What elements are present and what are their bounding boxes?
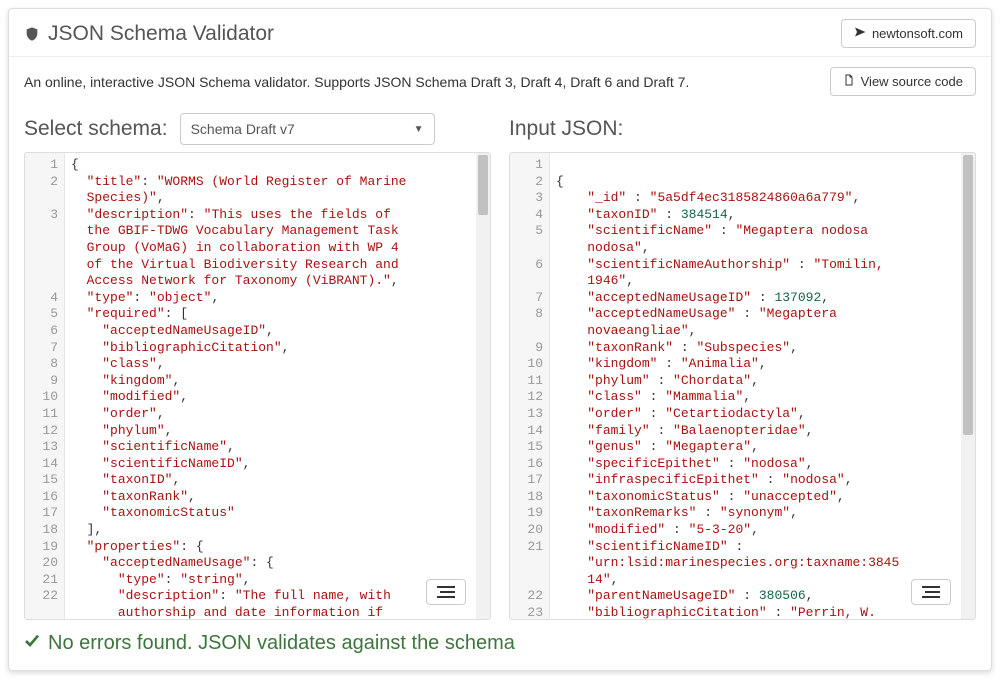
select-schema-label: Select schema:: [24, 117, 168, 141]
validation-status: No errors found. JSON validates against …: [24, 632, 976, 655]
input-json-label: Input JSON:: [509, 117, 623, 141]
status-text: No errors found. JSON validates against …: [48, 632, 515, 655]
paper-plane-icon: [854, 26, 866, 41]
format-schema-button[interactable]: [426, 579, 466, 605]
view-source-button[interactable]: View source code: [830, 67, 976, 96]
file-icon: [843, 74, 855, 89]
format-json-button[interactable]: [911, 579, 951, 605]
schema-editor[interactable]: 12345678910111213141516171819202122 { "t…: [24, 152, 491, 620]
check-icon: [24, 632, 40, 655]
schema-select[interactable]: Schema Draft v7 ▼: [180, 113, 435, 145]
schema-selected-value: Schema Draft v7: [191, 121, 295, 137]
json-code[interactable]: { "_id" : "5a5df4ec3185824860a6a779", "t…: [550, 153, 975, 619]
json-editor[interactable]: 1234567891011121314151617181920212223 { …: [509, 152, 976, 620]
page-title: JSON Schema Validator: [48, 22, 274, 46]
newtonsoft-label: newtonsoft.com: [872, 26, 963, 41]
view-source-label: View source code: [861, 74, 963, 89]
page-description: An online, interactive JSON Schema valid…: [24, 74, 689, 90]
validator-panel: JSON Schema Validator newtonsoft.com An …: [8, 8, 992, 671]
schema-code[interactable]: { "title": "WORMS (World Register of Mar…: [65, 153, 490, 619]
chevron-down-icon: ▼: [414, 124, 424, 135]
shield-icon: [24, 25, 40, 43]
format-icon: [437, 586, 455, 598]
json-gutter: 1234567891011121314151617181920212223: [510, 153, 550, 619]
schema-scrollbar[interactable]: [476, 153, 490, 619]
format-icon: [922, 586, 940, 598]
panel-header: JSON Schema Validator newtonsoft.com: [9, 9, 991, 57]
schema-gutter: 12345678910111213141516171819202122: [25, 153, 65, 619]
json-scrollbar[interactable]: [961, 153, 975, 619]
newtonsoft-link[interactable]: newtonsoft.com: [841, 19, 976, 48]
